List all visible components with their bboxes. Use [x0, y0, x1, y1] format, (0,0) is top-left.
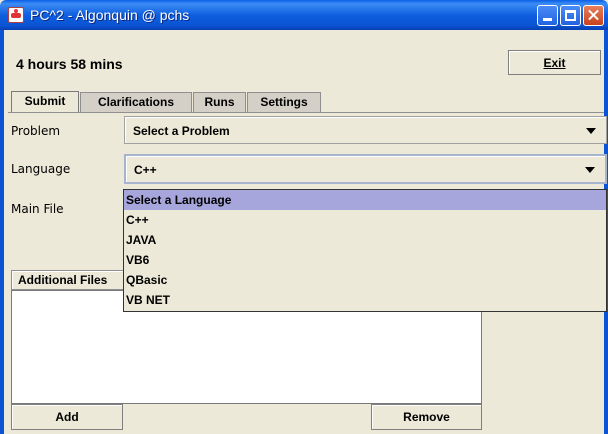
maximize-button[interactable] [560, 5, 581, 26]
minimize-icon [543, 18, 552, 21]
add-file-button[interactable]: Add [11, 404, 123, 430]
tab-runs[interactable]: Runs [193, 92, 246, 112]
exit-button-label: Exit [543, 55, 566, 70]
time-remaining: 4 hours 58 mins [16, 56, 123, 72]
main-file-label: Main File [11, 202, 64, 216]
chevron-down-icon [586, 128, 596, 134]
language-dropdown-list: Select a Language C++ JAVA VB6 QBasic VB… [123, 189, 607, 312]
minimize-button[interactable] [537, 5, 558, 26]
language-label: Language [11, 162, 71, 176]
language-select-value: C++ [134, 163, 157, 177]
app-window: PC^2 - Algonquin @ pchs 4 hours 58 mins … [0, 0, 608, 434]
app-icon [8, 7, 24, 23]
problem-select-value: Select a Problem [133, 124, 230, 138]
maximize-icon [565, 10, 576, 21]
title-bar[interactable]: PC^2 - Algonquin @ pchs [0, 0, 608, 30]
language-option[interactable]: JAVA [124, 230, 606, 250]
chevron-down-icon [585, 167, 595, 173]
window-title: PC^2 - Algonquin @ pchs [30, 7, 190, 23]
close-button[interactable] [583, 5, 604, 26]
language-option[interactable]: Select a Language [124, 190, 606, 210]
language-option[interactable]: VB6 [124, 250, 606, 270]
tab-submit[interactable]: Submit [11, 91, 79, 113]
language-select[interactable]: C++ [124, 154, 607, 184]
remove-file-button[interactable]: Remove [371, 404, 482, 430]
tab-panel-border [8, 112, 604, 113]
tab-settings[interactable]: Settings [247, 92, 321, 112]
problem-label: Problem [11, 124, 61, 138]
language-option[interactable]: C++ [124, 210, 606, 230]
language-option[interactable]: QBasic [124, 270, 606, 290]
language-option[interactable]: VB NET [124, 290, 606, 310]
close-icon [584, 6, 603, 25]
exit-button[interactable]: Exit [508, 50, 601, 75]
problem-select[interactable]: Select a Problem [124, 116, 607, 144]
additional-files-header[interactable]: Additional Files [11, 270, 125, 290]
tab-clarifications[interactable]: Clarifications [80, 92, 192, 112]
